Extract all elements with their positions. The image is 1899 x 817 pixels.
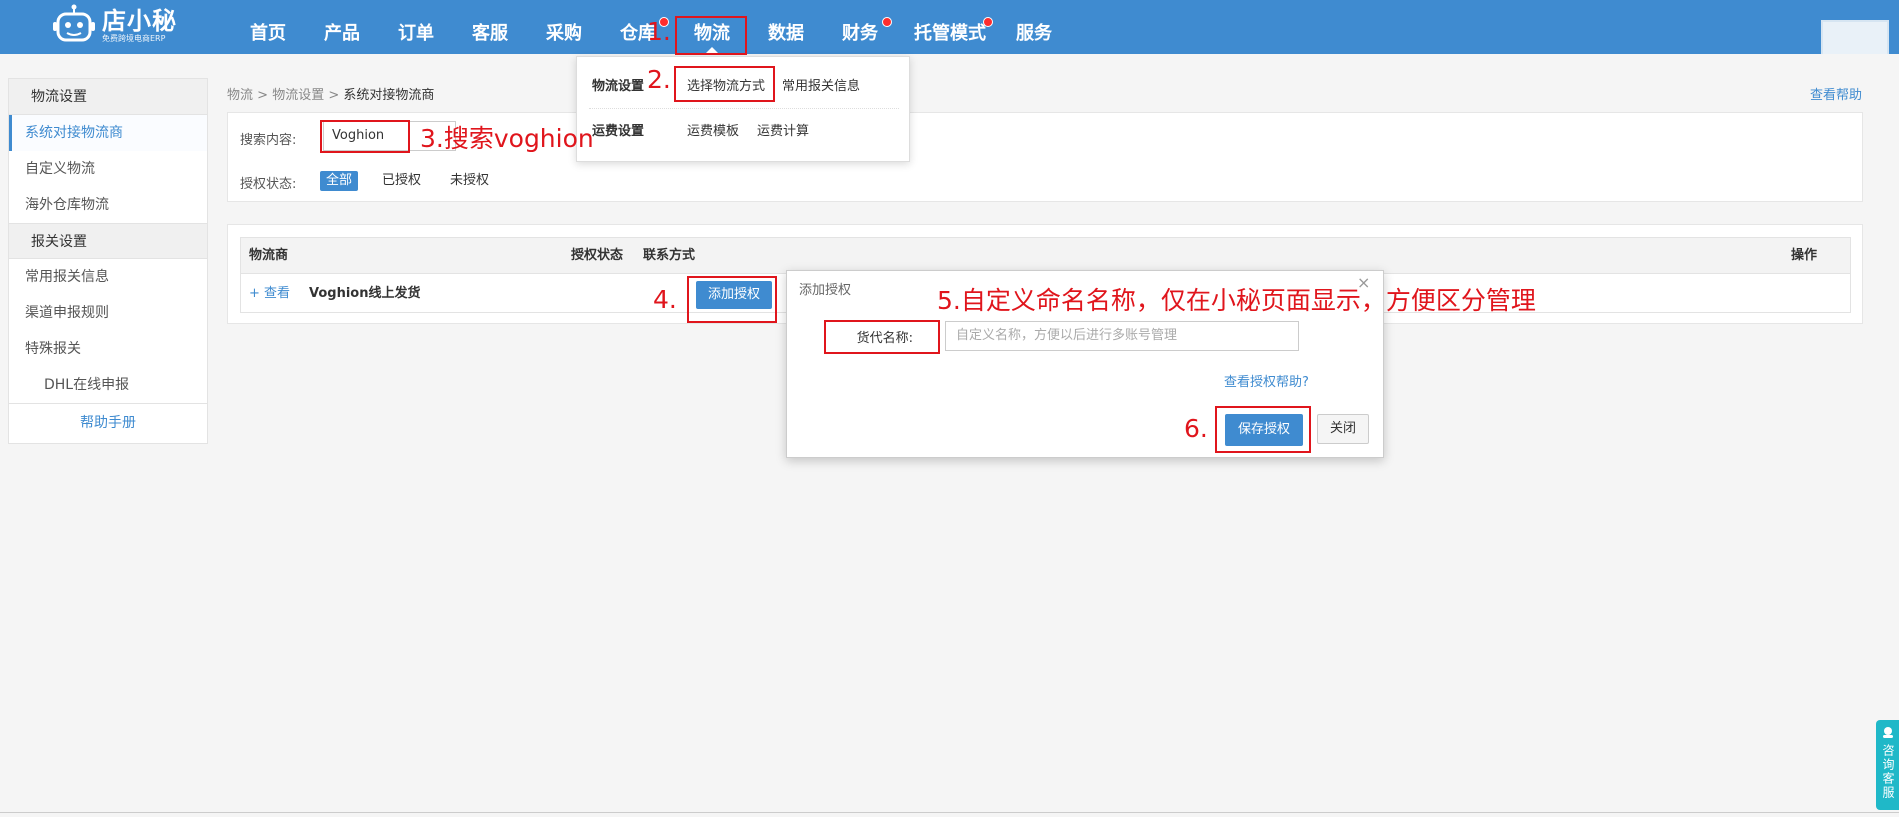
annotation-step1: 1.	[647, 17, 671, 46]
annotation-box-save-auth	[1215, 406, 1311, 453]
nav-services[interactable]: 服务	[1016, 0, 1052, 54]
annotation-step3: 3.搜索voghion	[420, 124, 594, 153]
side-tab-label: 咨询客服	[1881, 744, 1895, 800]
logo[interactable]: 店小秘 免费跨境电商ERP	[52, 2, 177, 50]
dialog-title: 添加授权	[799, 283, 852, 298]
sidebar: 物流设置 系统对接物流商 自定义物流 海外仓库物流 报关设置 常用报关信息 渠道…	[8, 78, 208, 444]
nav-managed-mode[interactable]: 托管模式	[914, 0, 986, 54]
logo-text: 店小秘	[102, 7, 177, 35]
auth-status-label: 授权状态:	[240, 177, 297, 192]
header-carrier: 物流商	[249, 248, 289, 263]
breadcrumb-separator: >	[257, 88, 273, 103]
breadcrumb-separator: >	[328, 88, 344, 103]
sidebar-item-channel-rules[interactable]: 渠道申报规则	[9, 295, 207, 331]
annotation-box-forwarder-label	[824, 320, 940, 354]
nav-finance[interactable]: 财务	[842, 0, 878, 54]
status-option-all[interactable]: 全部	[320, 171, 359, 191]
managed-mode-notification-dot	[983, 17, 993, 27]
annotation-step4: 4.	[653, 285, 677, 314]
status-option-authorized[interactable]: 已授权	[376, 171, 427, 191]
dropdown-group-logistics-settings: 物流设置	[592, 79, 645, 94]
annotation-step6: 6.	[1184, 414, 1208, 443]
logo-subtext: 免费跨境电商ERP	[102, 34, 166, 43]
dropdown-group-freight-settings: 运费设置	[592, 124, 645, 139]
top-navbar: 店小秘 免费跨境电商ERP 首页 产品 订单 客服 采购 仓库 物流 数据 财务…	[0, 0, 1899, 54]
dropdown-divider	[589, 108, 899, 109]
bottom-divider	[0, 812, 1899, 813]
sidebar-item-dhl-declaration[interactable]: DHL在线申报	[9, 367, 207, 403]
table-header: 物流商 授权状态 联系方式 操作	[241, 238, 1850, 274]
annotation-box-add-auth	[687, 276, 777, 323]
sidebar-item-customs-info[interactable]: 常用报关信息	[9, 259, 207, 295]
auth-help-link[interactable]: 查看授权帮助?	[1224, 371, 1309, 390]
nav-products[interactable]: 产品	[324, 0, 360, 54]
header-contact: 联系方式	[643, 248, 696, 263]
breadcrumb: 物流 > 物流设置 > 系统对接物流商	[227, 84, 434, 103]
header-actions: 操作	[1791, 248, 1818, 263]
nav-data[interactable]: 数据	[768, 0, 804, 54]
annotation-step5: 5.自定义命名名称，仅在小秘页面显示，方便区分管理	[937, 286, 1536, 315]
header-auth-status: 授权状态	[571, 248, 624, 263]
menu-item-customs-info[interactable]: 常用报关信息	[782, 75, 860, 94]
breadcrumb-logistics-settings[interactable]: 物流设置	[272, 88, 324, 103]
user-account-box[interactable]	[1821, 20, 1889, 54]
annotation-box-logistics-nav	[675, 16, 747, 55]
view-help-link[interactable]: 查看帮助	[1810, 84, 1862, 103]
annotation-box-select-shipping	[674, 66, 775, 102]
finance-notification-dot	[882, 17, 892, 27]
annotation-step2: 2.	[647, 65, 671, 94]
sidebar-section-customs-settings: 报关设置	[9, 223, 207, 259]
menu-item-freight-calculator[interactable]: 运费计算	[757, 120, 809, 139]
breadcrumb-current: 系统对接物流商	[343, 88, 435, 103]
sidebar-item-custom-logistics[interactable]: 自定义物流	[9, 151, 207, 187]
consult-customer-service-tab[interactable]: 咨询客服	[1876, 720, 1899, 810]
sidebar-section-logistics-settings: 物流设置	[9, 79, 207, 115]
sidebar-item-overseas-warehouse[interactable]: 海外仓库物流	[9, 187, 207, 223]
sidebar-item-system-carriers[interactable]: 系统对接物流商	[9, 115, 207, 151]
nav-purchasing[interactable]: 采购	[546, 0, 582, 54]
menu-item-freight-template[interactable]: 运费模板	[687, 120, 739, 139]
expand-view-link[interactable]: + 查看	[249, 274, 290, 314]
breadcrumb-logistics[interactable]: 物流	[227, 88, 253, 103]
nav-customer-service[interactable]: 客服	[472, 0, 508, 54]
sidebar-item-special-customs[interactable]: 特殊报关	[9, 331, 207, 367]
robot-logo-icon	[52, 4, 96, 48]
nav-home[interactable]: 首页	[250, 0, 286, 54]
annotation-box-search-input	[320, 120, 410, 153]
headset-icon	[1882, 727, 1893, 738]
sidebar-help-manual[interactable]: 帮助手册	[9, 403, 207, 441]
nav-orders[interactable]: 订单	[398, 0, 434, 54]
status-option-unauthorized[interactable]: 未授权	[444, 171, 495, 191]
close-dialog-button[interactable]: 关闭	[1317, 414, 1369, 444]
carrier-name: Voghion线上发货	[309, 286, 421, 301]
search-label: 搜索内容:	[240, 133, 297, 148]
forwarder-name-input[interactable]: 自定义名称，方便以后进行多账号管理	[945, 321, 1299, 351]
